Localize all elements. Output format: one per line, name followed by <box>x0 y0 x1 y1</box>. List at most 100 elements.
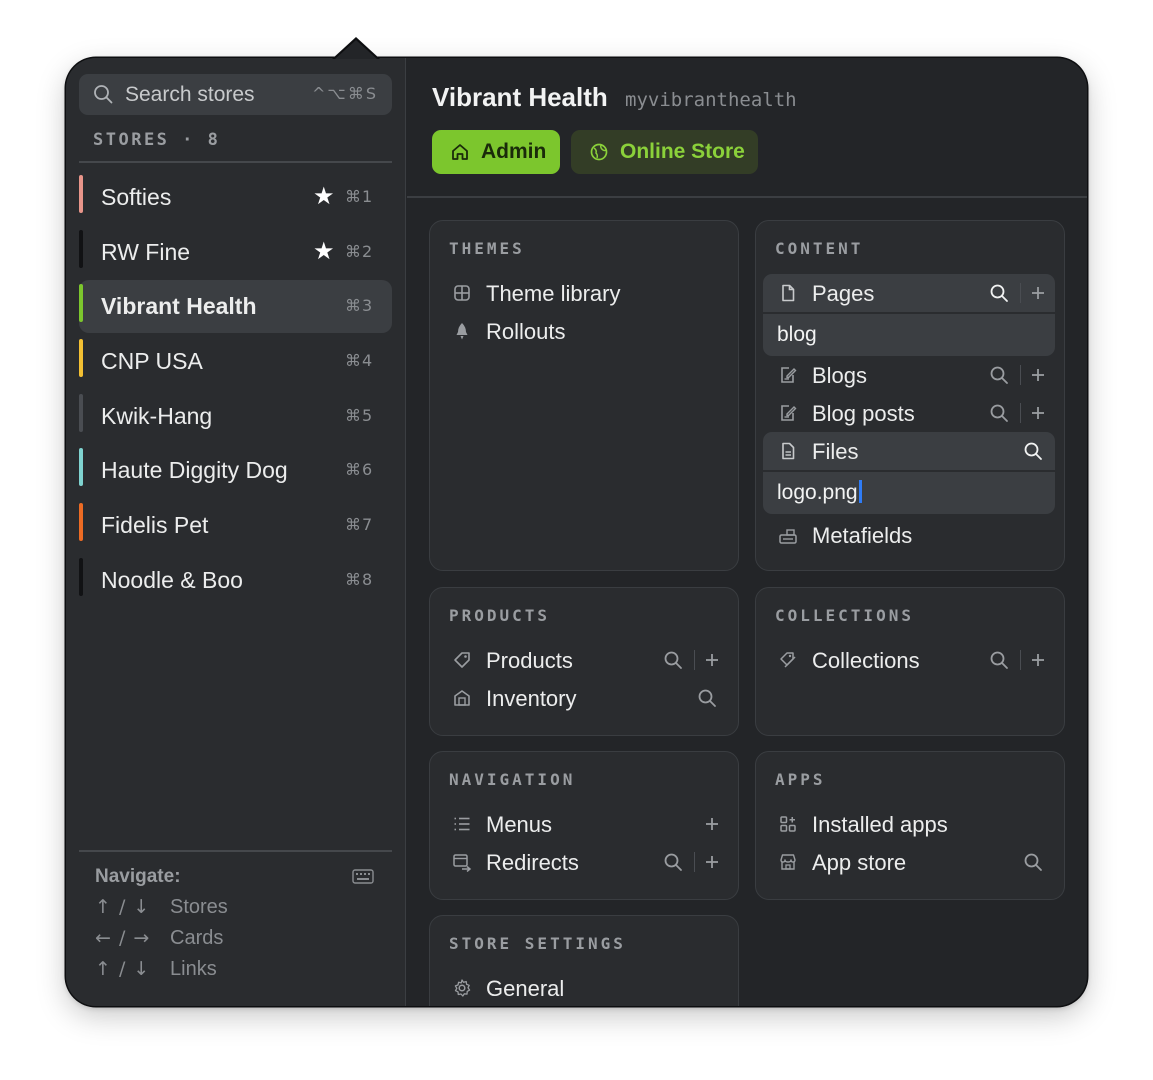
link-label: App store <box>812 850 907 875</box>
files-search-input[interactable]: logo.png <box>777 480 862 505</box>
card-title: CONTENT <box>775 239 864 258</box>
store-color-bar <box>79 175 83 213</box>
apps-card: APPS Installed apps App store <box>755 751 1065 900</box>
card-title: PRODUCTS <box>449 606 551 625</box>
store-color-bar <box>79 339 83 378</box>
link-rollouts[interactable]: Rollouts <box>437 312 729 350</box>
link-inventory[interactable]: Inventory <box>437 679 729 717</box>
store-item-rw-fine[interactable]: RW Fine ★ ⌘2 <box>79 226 392 279</box>
plus-icon[interactable] <box>702 852 722 872</box>
store-color-bar <box>79 557 83 596</box>
link-redirects[interactable]: Redirects <box>437 843 729 881</box>
search-icon[interactable] <box>663 852 683 872</box>
card-title: NAVIGATION <box>449 770 576 789</box>
up-down-arrow-icon: ↑ / ↓ <box>95 896 151 918</box>
search-icon[interactable] <box>989 283 1009 303</box>
star-icon[interactable]: ★ <box>313 237 335 266</box>
search-icon[interactable] <box>1023 441 1043 461</box>
plus-icon[interactable] <box>1028 365 1048 385</box>
link-products[interactable]: Products <box>437 641 729 679</box>
link-general[interactable]: General <box>437 969 729 1006</box>
divider <box>79 850 392 852</box>
online-store-button[interactable]: Online Store <box>571 130 758 174</box>
store-search-box[interactable]: ^⌥⌘S <box>79 74 392 115</box>
search-shortcut-hint: ^⌥⌘S <box>312 84 378 103</box>
store-item-softies[interactable]: Softies ★ ⌘1 <box>79 171 392 224</box>
store-color-bar <box>79 284 83 323</box>
search-icon[interactable] <box>989 403 1009 423</box>
content-card: CONTENT blog Pages Blogs Blog posts logo… <box>755 220 1065 571</box>
divider <box>1020 403 1021 423</box>
stores-count-header: STORES · 8 <box>93 130 221 150</box>
divider <box>694 650 695 670</box>
store-shortcut: ⌘3 <box>345 296 374 316</box>
link-blogs[interactable]: Blogs <box>763 356 1055 394</box>
link-files[interactable]: Files <box>763 432 1055 470</box>
search-icon[interactable] <box>1023 852 1043 872</box>
plus-icon[interactable] <box>1028 650 1048 670</box>
edit-document-icon <box>778 365 798 385</box>
edit-document-icon <box>778 403 798 423</box>
tag-icon <box>452 650 472 670</box>
apps-grid-icon <box>778 814 798 834</box>
link-installed-apps[interactable]: Installed apps <box>763 805 1055 843</box>
link-label: Blogs <box>812 363 868 388</box>
store-item-noodle-and-boo[interactable]: Noodle & Boo ⌘8 <box>79 554 392 607</box>
link-blog-posts[interactable]: Blog posts <box>763 394 1055 432</box>
navigation-card: NAVIGATION Menus Redirects <box>429 751 739 900</box>
store-color-bar <box>79 229 83 268</box>
store-name: Noodle & Boo <box>101 566 243 593</box>
store-name: RW Fine <box>101 238 191 265</box>
link-label: Files <box>812 439 859 464</box>
search-icon[interactable] <box>989 650 1009 670</box>
divider <box>1020 365 1021 385</box>
card-title: APPS <box>775 770 826 789</box>
link-label: Menus <box>486 812 553 837</box>
search-icon[interactable] <box>697 688 717 708</box>
star-icon[interactable]: ★ <box>313 182 335 211</box>
plus-icon[interactable] <box>702 814 722 834</box>
store-shortcut: ⌘1 <box>345 187 374 206</box>
store-item-haute-diggity-dog[interactable]: Haute Diggity Dog ⌘6 <box>79 444 392 497</box>
plus-icon[interactable] <box>702 650 722 670</box>
store-color-bar <box>79 393 83 432</box>
plus-icon[interactable] <box>1028 403 1048 423</box>
layout-icon <box>452 283 472 303</box>
store-name: Vibrant Health <box>101 293 257 320</box>
link-label: Metafields <box>812 523 913 548</box>
home-icon <box>450 142 470 162</box>
keyboard-icon[interactable] <box>352 869 374 884</box>
search-icon[interactable] <box>989 365 1009 385</box>
link-app-store[interactable]: App store <box>763 843 1055 881</box>
search-icon[interactable] <box>663 650 683 670</box>
store-item-fidelis-pet[interactable]: Fidelis Pet ⌘7 <box>79 499 392 552</box>
admin-button-label: Admin <box>481 140 547 163</box>
link-label: General <box>486 976 565 1001</box>
link-pages[interactable]: Pages <box>763 274 1055 312</box>
store-list: Softies ★ ⌘1 RW Fine ★ ⌘2 Vibrant Health… <box>79 171 392 609</box>
store-item-cnp-usa[interactable]: CNP USA ⌘4 <box>79 335 392 388</box>
store-name: Fidelis Pet <box>101 512 209 539</box>
up-down-arrow-icon: ↑ / ↓ <box>95 958 151 980</box>
store-shortcut: ⌘5 <box>345 405 374 425</box>
pages-search-input[interactable]: blog <box>777 323 817 347</box>
store-item-kwik-hang[interactable]: Kwik-Hang ⌘5 <box>79 390 392 443</box>
store-title: Vibrant Health <box>432 82 608 112</box>
collections-card: COLLECTIONS Collections <box>755 587 1065 736</box>
store-name: Kwik-Hang <box>101 402 213 429</box>
link-collections[interactable]: Collections <box>763 641 1055 679</box>
products-card: PRODUCTS Products Inventory <box>429 587 739 736</box>
link-menus[interactable]: Menus <box>437 805 729 843</box>
admin-button[interactable]: Admin <box>432 130 560 174</box>
store-item-vibrant-health[interactable]: Vibrant Health ⌘3 <box>79 280 392 334</box>
store-search-input[interactable] <box>125 74 295 115</box>
plus-icon[interactable] <box>1028 283 1048 303</box>
globe-icon <box>589 142 609 162</box>
link-metafields[interactable]: Metafields <box>763 516 1055 554</box>
store-shortcut: ⌘6 <box>345 460 374 480</box>
file-icon <box>778 441 798 461</box>
divider <box>1020 650 1021 670</box>
store-color-bar <box>79 503 83 542</box>
link-theme-library[interactable]: Theme library <box>437 274 729 312</box>
files-search-value: logo.png <box>777 481 858 504</box>
